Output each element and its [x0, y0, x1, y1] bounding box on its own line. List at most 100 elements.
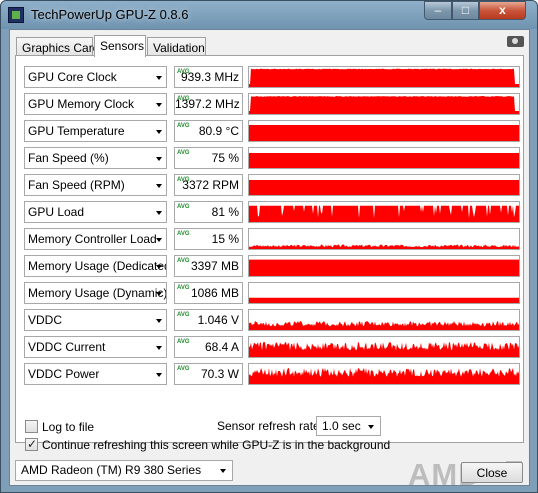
sensor-row: GPU Temperature AVG 80.9 °C [23, 120, 520, 144]
sensor-name-label: Fan Speed (%) [28, 151, 109, 165]
sensor-graph-area [249, 321, 519, 330]
log-to-file-checkbox[interactable] [25, 420, 38, 433]
sensor-name-select[interactable]: VDDC Current [24, 336, 167, 358]
sensor-name-select[interactable]: GPU Temperature [24, 120, 167, 142]
minimize-button[interactable]: ‒ [424, 1, 452, 20]
sensor-name-label: Memory Usage (Dedicated) [28, 259, 167, 273]
refresh-rate-value: 1.0 sec [322, 419, 361, 433]
sensor-name-label: VDDC [28, 313, 63, 327]
sensor-name-select[interactable]: VDDC Power [24, 363, 167, 385]
gpu-select[interactable]: AMD Radeon (TM) R9 380 Series [15, 460, 233, 481]
sensor-name-select[interactable]: VDDC [24, 309, 167, 331]
sensor-graph-plot [249, 342, 519, 357]
sensor-graph-plot [249, 180, 519, 195]
sensor-graph [248, 336, 520, 358]
avg-mode-tag: AVG [177, 123, 190, 129]
sensor-row: VDDC AVG 1.046 V [23, 309, 520, 333]
chevron-down-icon [156, 292, 162, 296]
sensor-graph-plot [249, 68, 519, 87]
avg-mode-tag: AVG [177, 285, 190, 291]
maximize-button[interactable]: □ [452, 1, 479, 20]
sensor-value-box[interactable]: AVG 939.3 MHz [174, 66, 243, 88]
sensor-value-box[interactable]: AVG 1397.2 MHz [174, 93, 243, 115]
sensor-name-select[interactable]: Memory Usage (Dynamic) [24, 282, 167, 304]
sensor-graph-area [249, 342, 519, 357]
chevron-down-icon [220, 469, 226, 473]
chevron-down-icon [156, 157, 162, 161]
title-bar[interactable]: TechPowerUp GPU-Z 0.8.6 ‒ □ x [1, 1, 537, 29]
tab-validation[interactable]: Validation [147, 37, 206, 56]
sensor-value-box[interactable]: AVG 75 % [174, 147, 243, 169]
sensor-value: 68.4 A [204, 340, 239, 354]
refresh-rate-label: Sensor refresh rate: [217, 419, 324, 433]
sensor-name-label: GPU Temperature [28, 124, 125, 138]
sensor-value-box[interactable]: AVG 1086 MB [174, 282, 243, 304]
sensor-value-box[interactable]: AVG 68.4 A [174, 336, 243, 358]
sensor-graph [248, 147, 520, 169]
sensor-graph-plot [249, 153, 519, 168]
sensor-value-box[interactable]: AVG 1.046 V [174, 309, 243, 331]
tab-sensors[interactable]: Sensors [94, 35, 146, 57]
sensor-name-select[interactable]: Memory Controller Load [24, 228, 167, 250]
avg-mode-tag: AVG [177, 258, 190, 264]
chevron-down-icon [156, 346, 162, 350]
sensor-value-box[interactable]: AVG 3372 RPM [174, 174, 243, 196]
sensor-value: 75 % [211, 151, 239, 165]
close-button[interactable]: Close [461, 462, 523, 483]
sensor-row: VDDC Power AVG 70.3 W [23, 363, 520, 387]
screenshot-camera-icon[interactable] [507, 36, 524, 47]
sensor-graph [248, 120, 520, 142]
sensor-name-select[interactable]: Fan Speed (RPM) [24, 174, 167, 196]
sensor-name-select[interactable]: Fan Speed (%) [24, 147, 167, 169]
sensor-value: 15 % [211, 232, 239, 246]
sensor-row: GPU Memory Clock AVG 1397.2 MHz [23, 93, 520, 117]
gpu-select-value: AMD Radeon (TM) R9 380 Series [21, 463, 202, 477]
sensor-name-label: VDDC Current [28, 340, 106, 354]
sensor-graph [248, 228, 520, 250]
gpuz-app-icon[interactable] [8, 7, 24, 23]
sensor-graph [248, 201, 520, 223]
sensor-graph-area [249, 367, 519, 384]
sensor-name-select[interactable]: GPU Memory Clock [24, 93, 167, 115]
sensor-graph-area [249, 259, 519, 276]
sensor-value-box[interactable]: AVG 81 % [174, 201, 243, 223]
sensor-row: Fan Speed (%) AVG 75 % [23, 147, 520, 171]
tab-graphics-card[interactable]: Graphics Card [16, 37, 99, 56]
sensor-value-box[interactable]: AVG 3397 MB [174, 255, 243, 277]
avg-mode-tag: AVG [177, 69, 190, 75]
sensor-name-label: GPU Load [28, 205, 85, 219]
sensor-name-select[interactable]: GPU Core Clock [24, 66, 167, 88]
sensor-row: Fan Speed (RPM) AVG 3372 RPM [23, 174, 520, 198]
sensor-name-label: GPU Core Clock [28, 70, 117, 84]
sensor-graph [248, 174, 520, 196]
chevron-down-icon [156, 238, 162, 242]
sensor-graph-plot [249, 321, 519, 330]
chevron-down-icon [156, 103, 162, 107]
sensor-value-box[interactable]: AVG 70.3 W [174, 363, 243, 385]
refresh-rate-select[interactable]: 1.0 sec [316, 416, 381, 436]
sensor-name-select[interactable]: Memory Usage (Dedicated) [24, 255, 167, 277]
chevron-down-icon [156, 373, 162, 377]
sensor-row: VDDC Current AVG 68.4 A [23, 336, 520, 360]
chevron-down-icon [156, 76, 162, 80]
gpuz-window: TechPowerUp GPU-Z 0.8.6 ‒ □ x Graphics C… [0, 0, 538, 493]
sensor-value-box[interactable]: AVG 80.9 °C [174, 120, 243, 142]
sensor-row: Memory Usage (Dynamic) AVG 1086 MB [23, 282, 520, 306]
sensors-panel: GPU Core Clock AVG 939.3 MHz GPU Memory Clo… [15, 55, 524, 443]
sensor-graph-plot [249, 244, 519, 249]
continue-refresh-checkbox[interactable] [25, 437, 38, 451]
sensor-name-select[interactable]: GPU Load [24, 201, 167, 223]
sensor-graph-area [249, 297, 519, 303]
sensor-graph [248, 363, 520, 385]
avg-mode-tag: AVG [177, 96, 190, 102]
client-area: Graphics Card Sensors Validation GPU Cor… [9, 29, 530, 492]
sensor-row: Memory Controller Load AVG 15 % [23, 228, 520, 252]
avg-mode-tag: AVG [177, 231, 190, 237]
close-window-button[interactable]: x [479, 1, 526, 20]
sensor-value: 3397 MB [190, 259, 239, 273]
sensor-graph-area [249, 205, 519, 222]
avg-mode-tag: AVG [177, 204, 190, 210]
chevron-down-icon [156, 211, 162, 215]
avg-mode-tag: AVG [177, 339, 190, 345]
sensor-value-box[interactable]: AVG 15 % [174, 228, 243, 250]
